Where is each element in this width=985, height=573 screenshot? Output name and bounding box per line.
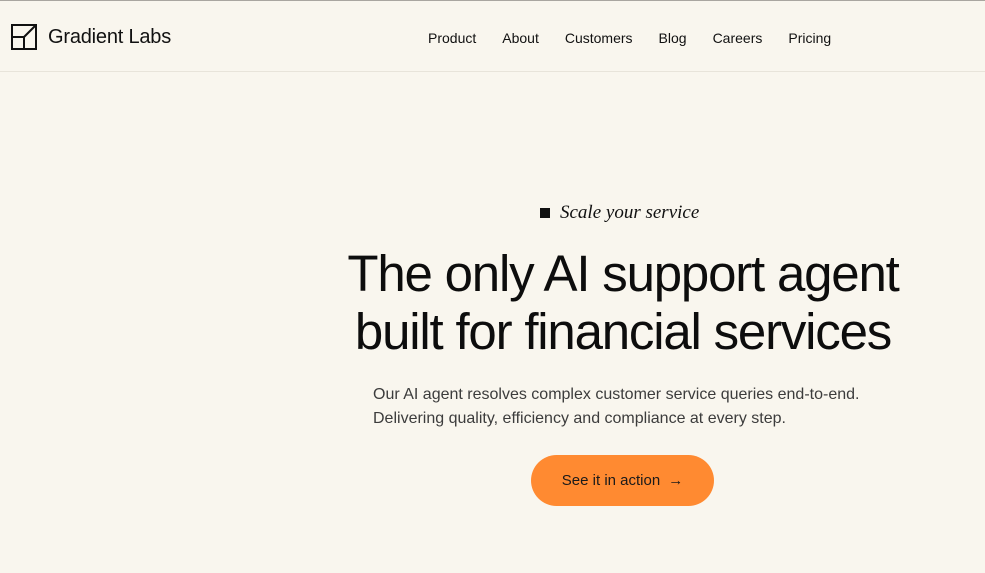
brand-name: Gradient Labs <box>48 26 172 48</box>
hero-headline: The only AI support agent built for fina… <box>347 245 899 360</box>
main-nav: Product About Customers Blog Careers Pri… <box>428 29 831 47</box>
nav-item-blog[interactable]: Blog <box>659 29 687 47</box>
nav-item-pricing[interactable]: Pricing <box>788 29 831 47</box>
brand-logo-link[interactable]: Gradient Labs <box>11 24 171 50</box>
hero-eyebrow: Scale your service <box>540 202 699 224</box>
square-bullet-icon <box>540 208 550 218</box>
see-it-in-action-button[interactable]: See it in action → <box>531 455 714 506</box>
hero-subtitle: Our AI agent resolves complex customer s… <box>373 386 860 427</box>
gradient-labs-logo-icon <box>11 24 37 50</box>
nav-item-about[interactable]: About <box>502 29 539 47</box>
arrow-right-icon: → <box>668 472 684 489</box>
site-header: Gradient Labs Product About Customers Bl… <box>0 1 985 72</box>
cta-label: See it in action <box>561 472 661 489</box>
hero-section: Scale your service The only AI support a… <box>0 73 985 573</box>
nav-item-careers[interactable]: Careers <box>713 29 763 47</box>
eyebrow-text: Scale your service <box>560 202 700 223</box>
nav-item-product[interactable]: Product <box>428 29 476 47</box>
nav-item-customers[interactable]: Customers <box>565 29 633 47</box>
